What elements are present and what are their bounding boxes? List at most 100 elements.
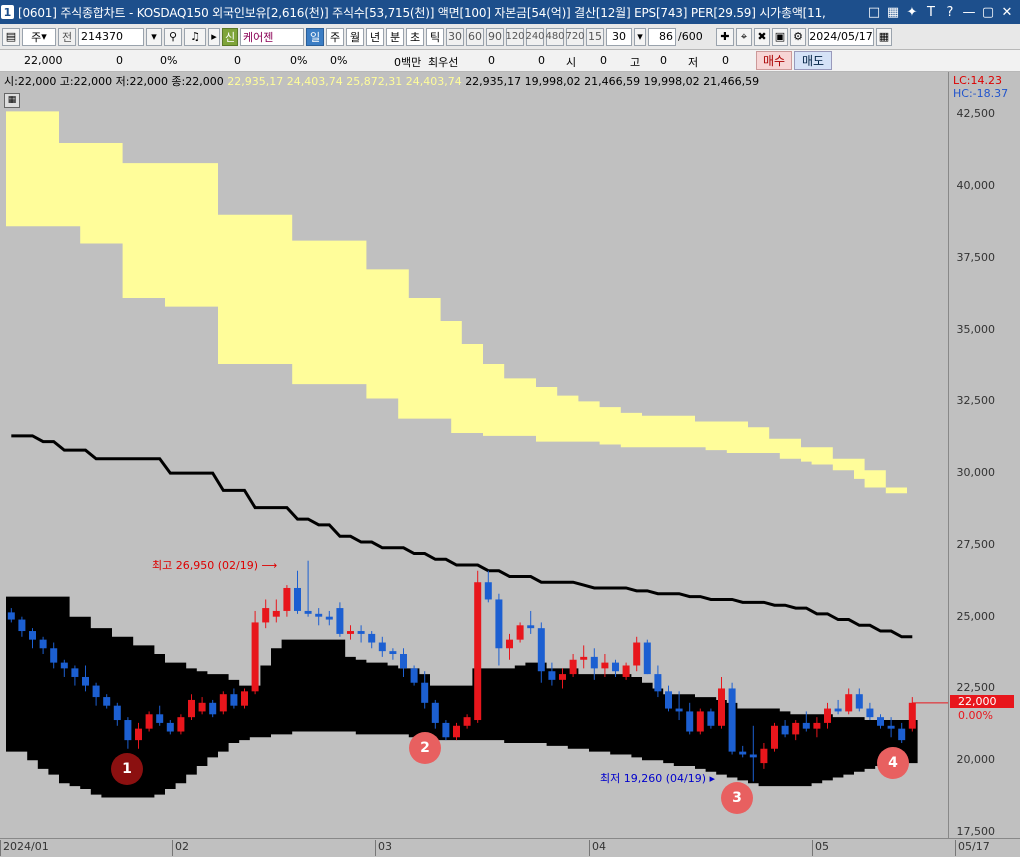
crosshair-icon[interactable]: ⌖	[736, 27, 752, 46]
candle-body	[506, 639, 513, 649]
x-tick-may: 05	[812, 840, 829, 856]
period-week[interactable]: 주	[326, 27, 344, 46]
buy-button[interactable]: 매수	[756, 51, 792, 70]
quote-best-label: 최우선	[428, 56, 459, 69]
marker-2: 2	[409, 732, 441, 764]
y-tick-label: 17,500	[956, 825, 996, 838]
period-tick[interactable]: 틱	[426, 27, 444, 46]
current-price-tag: 22,000	[950, 695, 1014, 708]
x-tick-feb: 02	[172, 840, 189, 856]
interval-90[interactable]: 90	[486, 27, 504, 46]
minimize-icon[interactable]: —	[962, 5, 976, 20]
candle-body	[156, 714, 164, 723]
candle-body	[559, 674, 566, 680]
candle-body	[113, 705, 121, 721]
arrow-right-icon: ▸	[709, 772, 716, 785]
candle-body	[442, 722, 450, 738]
y-tick-label: 42,500	[956, 107, 996, 121]
pin-icon[interactable]: ✦	[905, 5, 919, 20]
chart-settings-icon[interactable]: ▦	[4, 93, 20, 108]
toolbar: ▤ 주 ▾ 전 214370 ▾ ⚲ ♫ ▸ 신 케어젠 일 주 월 년 분 초 …	[0, 24, 1020, 50]
candle-body	[633, 642, 641, 666]
candle-body	[368, 633, 376, 643]
quote-b1: 0	[488, 54, 495, 67]
candle-body	[145, 714, 153, 729]
candle-body	[71, 668, 79, 677]
sell-button[interactable]: 매도	[794, 51, 832, 70]
candle-body	[166, 722, 174, 732]
search-icon[interactable]: ⚲	[164, 27, 182, 46]
candle-body	[272, 610, 280, 617]
stock-code-input[interactable]: 214370	[78, 27, 144, 46]
candle-body	[484, 582, 492, 600]
candle-body	[378, 642, 386, 652]
count-input[interactable]: 86	[648, 27, 676, 46]
candle-body	[304, 610, 312, 614]
quote-b2: 0	[538, 54, 545, 67]
candle-body	[527, 625, 535, 629]
layout-icon[interactable]: ▦	[886, 5, 900, 20]
candle-body	[718, 688, 725, 726]
candle-body	[537, 628, 545, 672]
market-select[interactable]: 주 ▾	[22, 27, 56, 46]
y-tick-label: 32,500	[956, 394, 996, 408]
quote-open: 0	[600, 54, 607, 67]
candle-body	[792, 722, 800, 735]
save-icon[interactable]: ▣	[772, 27, 788, 46]
dropdown-icon[interactable]: ▾	[146, 27, 162, 46]
close-icon[interactable]: ✕	[1000, 5, 1014, 20]
interval-480[interactable]: 480	[545, 27, 565, 46]
candle-body	[622, 665, 630, 677]
period-month[interactable]: 월	[346, 27, 364, 46]
interval-input[interactable]: 30	[606, 27, 632, 46]
text-icon[interactable]: T	[924, 5, 938, 20]
interval-240[interactable]: 240	[525, 27, 545, 46]
period-year[interactable]: 년	[366, 27, 384, 46]
candle-body	[463, 717, 471, 726]
interval-60[interactable]: 60	[466, 27, 484, 46]
prefix-label: 전	[58, 27, 76, 46]
quote-c1: 0	[116, 54, 123, 67]
help-icon[interactable]: ?	[943, 5, 957, 20]
x-tick-jan: 2024/01	[0, 840, 49, 856]
arrow-icon[interactable]: ▸	[208, 27, 220, 46]
marker-3: 3	[721, 782, 753, 814]
plus-icon[interactable]: ✚	[716, 27, 734, 46]
restore-icon[interactable]: □	[867, 5, 881, 20]
candle-body	[749, 754, 757, 758]
candle-body	[400, 654, 407, 669]
quote-price: 22,000	[24, 54, 63, 67]
period-second[interactable]: 초	[406, 27, 424, 46]
shrink-icon[interactable]: ✖	[754, 27, 770, 46]
maximize-icon[interactable]: ▢	[981, 5, 995, 20]
interval-30[interactable]: 30	[446, 27, 464, 46]
period-minute[interactable]: 분	[386, 27, 404, 46]
candle-body	[643, 642, 651, 675]
interval-720[interactable]: 720	[565, 27, 585, 46]
menu-icon[interactable]: ▤	[2, 27, 20, 46]
y-tick-label: 35,000	[956, 322, 996, 336]
candle-body	[103, 697, 111, 706]
speaker-icon[interactable]: ♫	[184, 27, 206, 46]
candle-body	[421, 682, 429, 703]
price-chart[interactable]	[0, 91, 948, 838]
candle-body	[325, 616, 333, 620]
gear-icon[interactable]: ⚙	[790, 27, 806, 46]
candle-body	[866, 708, 874, 718]
interval-dropdown-icon[interactable]: ▾	[634, 27, 646, 46]
interval-15[interactable]: 15	[586, 27, 604, 46]
y-tick-label: 40,000	[956, 179, 996, 193]
count-max: /600	[678, 30, 703, 43]
y-tick-label: 20,000	[956, 753, 996, 767]
period-day[interactable]: 일	[306, 27, 324, 46]
interval-120[interactable]: 120	[505, 27, 525, 46]
calendar-icon[interactable]: ▦	[876, 27, 892, 46]
legend-yellow: 22,935,17 24,403,74 25,872,31 24,403,74	[227, 75, 462, 88]
y-tick-label: 25,000	[956, 609, 996, 623]
candle-body	[209, 702, 217, 715]
candle-body	[474, 582, 482, 721]
candle-body	[612, 662, 619, 672]
candle-body	[802, 722, 810, 729]
window-number[interactable]: 1	[1, 5, 14, 19]
date-input[interactable]: 2024/05/17	[808, 27, 874, 46]
